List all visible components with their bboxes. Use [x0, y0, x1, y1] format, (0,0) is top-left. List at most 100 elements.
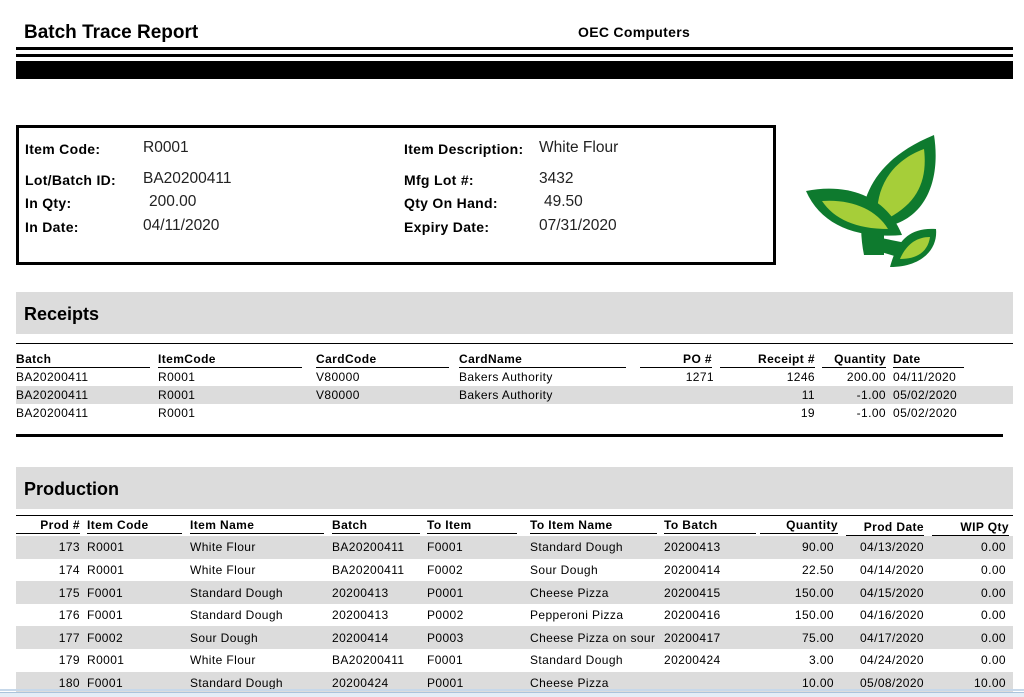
- cell-to-batch: 20200416: [664, 608, 721, 623]
- cell-item-code: R0001: [158, 370, 196, 384]
- column-header-card-code: CardCode: [316, 352, 449, 368]
- cell-item-code: R0001: [87, 562, 125, 577]
- column-header-item-name: Item Name: [190, 518, 324, 534]
- cell-item-name: Standard Dough: [190, 608, 283, 623]
- cell-to-item: F0002: [427, 562, 464, 577]
- cell-prod-number: 173: [58, 540, 80, 555]
- cell-date: 04/11/2020: [893, 370, 957, 384]
- cell-wip-qty: 0.00: [981, 585, 1006, 600]
- cell-to-item-name: Cheese Pizza: [530, 585, 609, 600]
- cell-item-code: R0001: [87, 540, 125, 555]
- in-qty-value: 200.00: [149, 193, 197, 210]
- cell-po-number: [640, 404, 714, 422]
- lot-batch-label: Lot/Batch ID:: [25, 172, 117, 188]
- cell-prod-date: 04/17/2020: [859, 630, 924, 645]
- cell-to-item: P0003: [427, 630, 464, 645]
- cell-receipt-number: 1246: [786, 370, 815, 384]
- column-header-card-name: CardName: [459, 352, 626, 368]
- cell-card-code: V80000: [316, 370, 360, 384]
- receipts-top-rule: [16, 343, 1013, 344]
- cell-prod-number: 177: [58, 630, 80, 645]
- header-rule: [16, 47, 1013, 50]
- column-header-item-code: ItemCode: [158, 352, 302, 368]
- column-header-to-batch: To Batch: [664, 518, 756, 534]
- cell-batch: BA20200411: [16, 370, 89, 384]
- cell-quantity: 22.50: [801, 562, 834, 577]
- column-header-prod-date: Prod Date: [846, 520, 924, 536]
- cell-wip-qty: 0.00: [981, 540, 1006, 555]
- cell-quantity: 90.00: [801, 540, 834, 555]
- cell-item-code: F0001: [87, 608, 124, 623]
- cell-quantity: -1.00: [856, 388, 886, 402]
- column-header-quantity: Quantity: [822, 352, 886, 368]
- cell-to-batch: 20200424: [664, 653, 721, 668]
- cell-quantity: 3.00: [809, 653, 834, 668]
- receipts-section-header: Receipts: [16, 292, 1013, 334]
- cell-receipt-number: 11: [801, 388, 815, 402]
- expiry-date-label: Expiry Date:: [404, 219, 490, 235]
- cell-item-code: R0001: [158, 406, 196, 420]
- cell-prod-date: 04/16/2020: [859, 608, 924, 623]
- column-header-to-item: To Item: [427, 518, 517, 534]
- cell-to-batch: 20200414: [664, 562, 721, 577]
- cell-receipt-number: 19: [800, 406, 815, 420]
- cell-quantity: 75.00: [801, 630, 834, 645]
- cell-po-number: 1271: [685, 370, 714, 384]
- header-rule: [16, 54, 1013, 57]
- cell-prod-number: 174: [58, 562, 80, 577]
- item-code-value: R0001: [143, 139, 189, 156]
- cell-to-item: F0001: [427, 540, 464, 555]
- window-edge: [0, 689, 1024, 691]
- report-title: Batch Trace Report: [24, 22, 199, 43]
- cell-card-name: Bakers Authority: [459, 388, 553, 402]
- cell-to-item-name: Sour Dough: [530, 562, 599, 577]
- cell-batch: BA20200411: [16, 388, 89, 402]
- cell-wip-qty: 0.00: [981, 608, 1006, 623]
- company-name: OEC Computers: [578, 24, 691, 40]
- cell-to-item: P0002: [427, 608, 464, 623]
- cell-item-code: R0001: [87, 653, 125, 668]
- cell-wip-qty: 0.00: [981, 630, 1006, 645]
- column-header-date: Date: [893, 352, 964, 368]
- qty-on-hand-label: Qty On Hand:: [404, 195, 498, 211]
- cell-quantity: 150.00: [794, 608, 834, 623]
- cell-item-name: White Flour: [190, 653, 256, 668]
- cell-date: 05/02/2020: [893, 406, 958, 420]
- cell-prod-number: 175: [58, 585, 80, 600]
- cell-card-code: V80000: [316, 388, 360, 402]
- receipts-title: Receipts: [24, 304, 100, 324]
- cell-po-number: [640, 386, 714, 404]
- header-bar: [16, 61, 1013, 79]
- in-date-label: In Date:: [25, 219, 79, 235]
- column-header-prod-number: Prod #: [16, 518, 80, 534]
- cell-wip-qty: 0.00: [981, 653, 1006, 668]
- cell-item-name: White Flour: [190, 562, 256, 577]
- column-header-quantity: Quantity: [760, 518, 838, 534]
- cell-to-batch: 20200413: [664, 540, 721, 555]
- cell-item-name: Standard Dough: [190, 585, 283, 600]
- cell-item-code: R0001: [158, 388, 196, 402]
- cell-to-item-name: Standard Dough: [530, 540, 623, 555]
- cell-card-name: Bakers Authority: [459, 370, 553, 384]
- cell-batch: 20200413: [332, 585, 389, 600]
- column-header-po-number: PO #: [640, 352, 712, 368]
- cell-item-code: F0002: [87, 630, 124, 645]
- leaves-logo-icon: [806, 135, 937, 267]
- cell-prod-number: 179: [58, 653, 80, 668]
- cell-to-item: P0001: [427, 585, 464, 600]
- cell-batch: 20200414: [332, 630, 389, 645]
- expiry-date-value: 07/31/2020: [539, 217, 617, 234]
- cell-quantity: 200.00: [846, 370, 886, 384]
- column-header-wip-qty: WIP Qty: [932, 520, 1009, 536]
- cell-item-name: White Flour: [190, 540, 256, 555]
- cell-prod-date: 04/15/2020: [859, 585, 924, 600]
- column-header-batch: Batch: [16, 352, 150, 368]
- column-header-batch: Batch: [332, 518, 420, 534]
- column-header-item-code: Item Code: [87, 518, 182, 534]
- cell-prod-date: 04/14/2020: [859, 562, 924, 577]
- cell-card-code: [316, 404, 449, 422]
- cell-to-item: F0001: [427, 653, 464, 668]
- horizontal-scrollbar[interactable]: [0, 692, 1024, 697]
- cell-card-name: [459, 404, 626, 422]
- column-header-to-item-name: To Item Name: [530, 518, 657, 534]
